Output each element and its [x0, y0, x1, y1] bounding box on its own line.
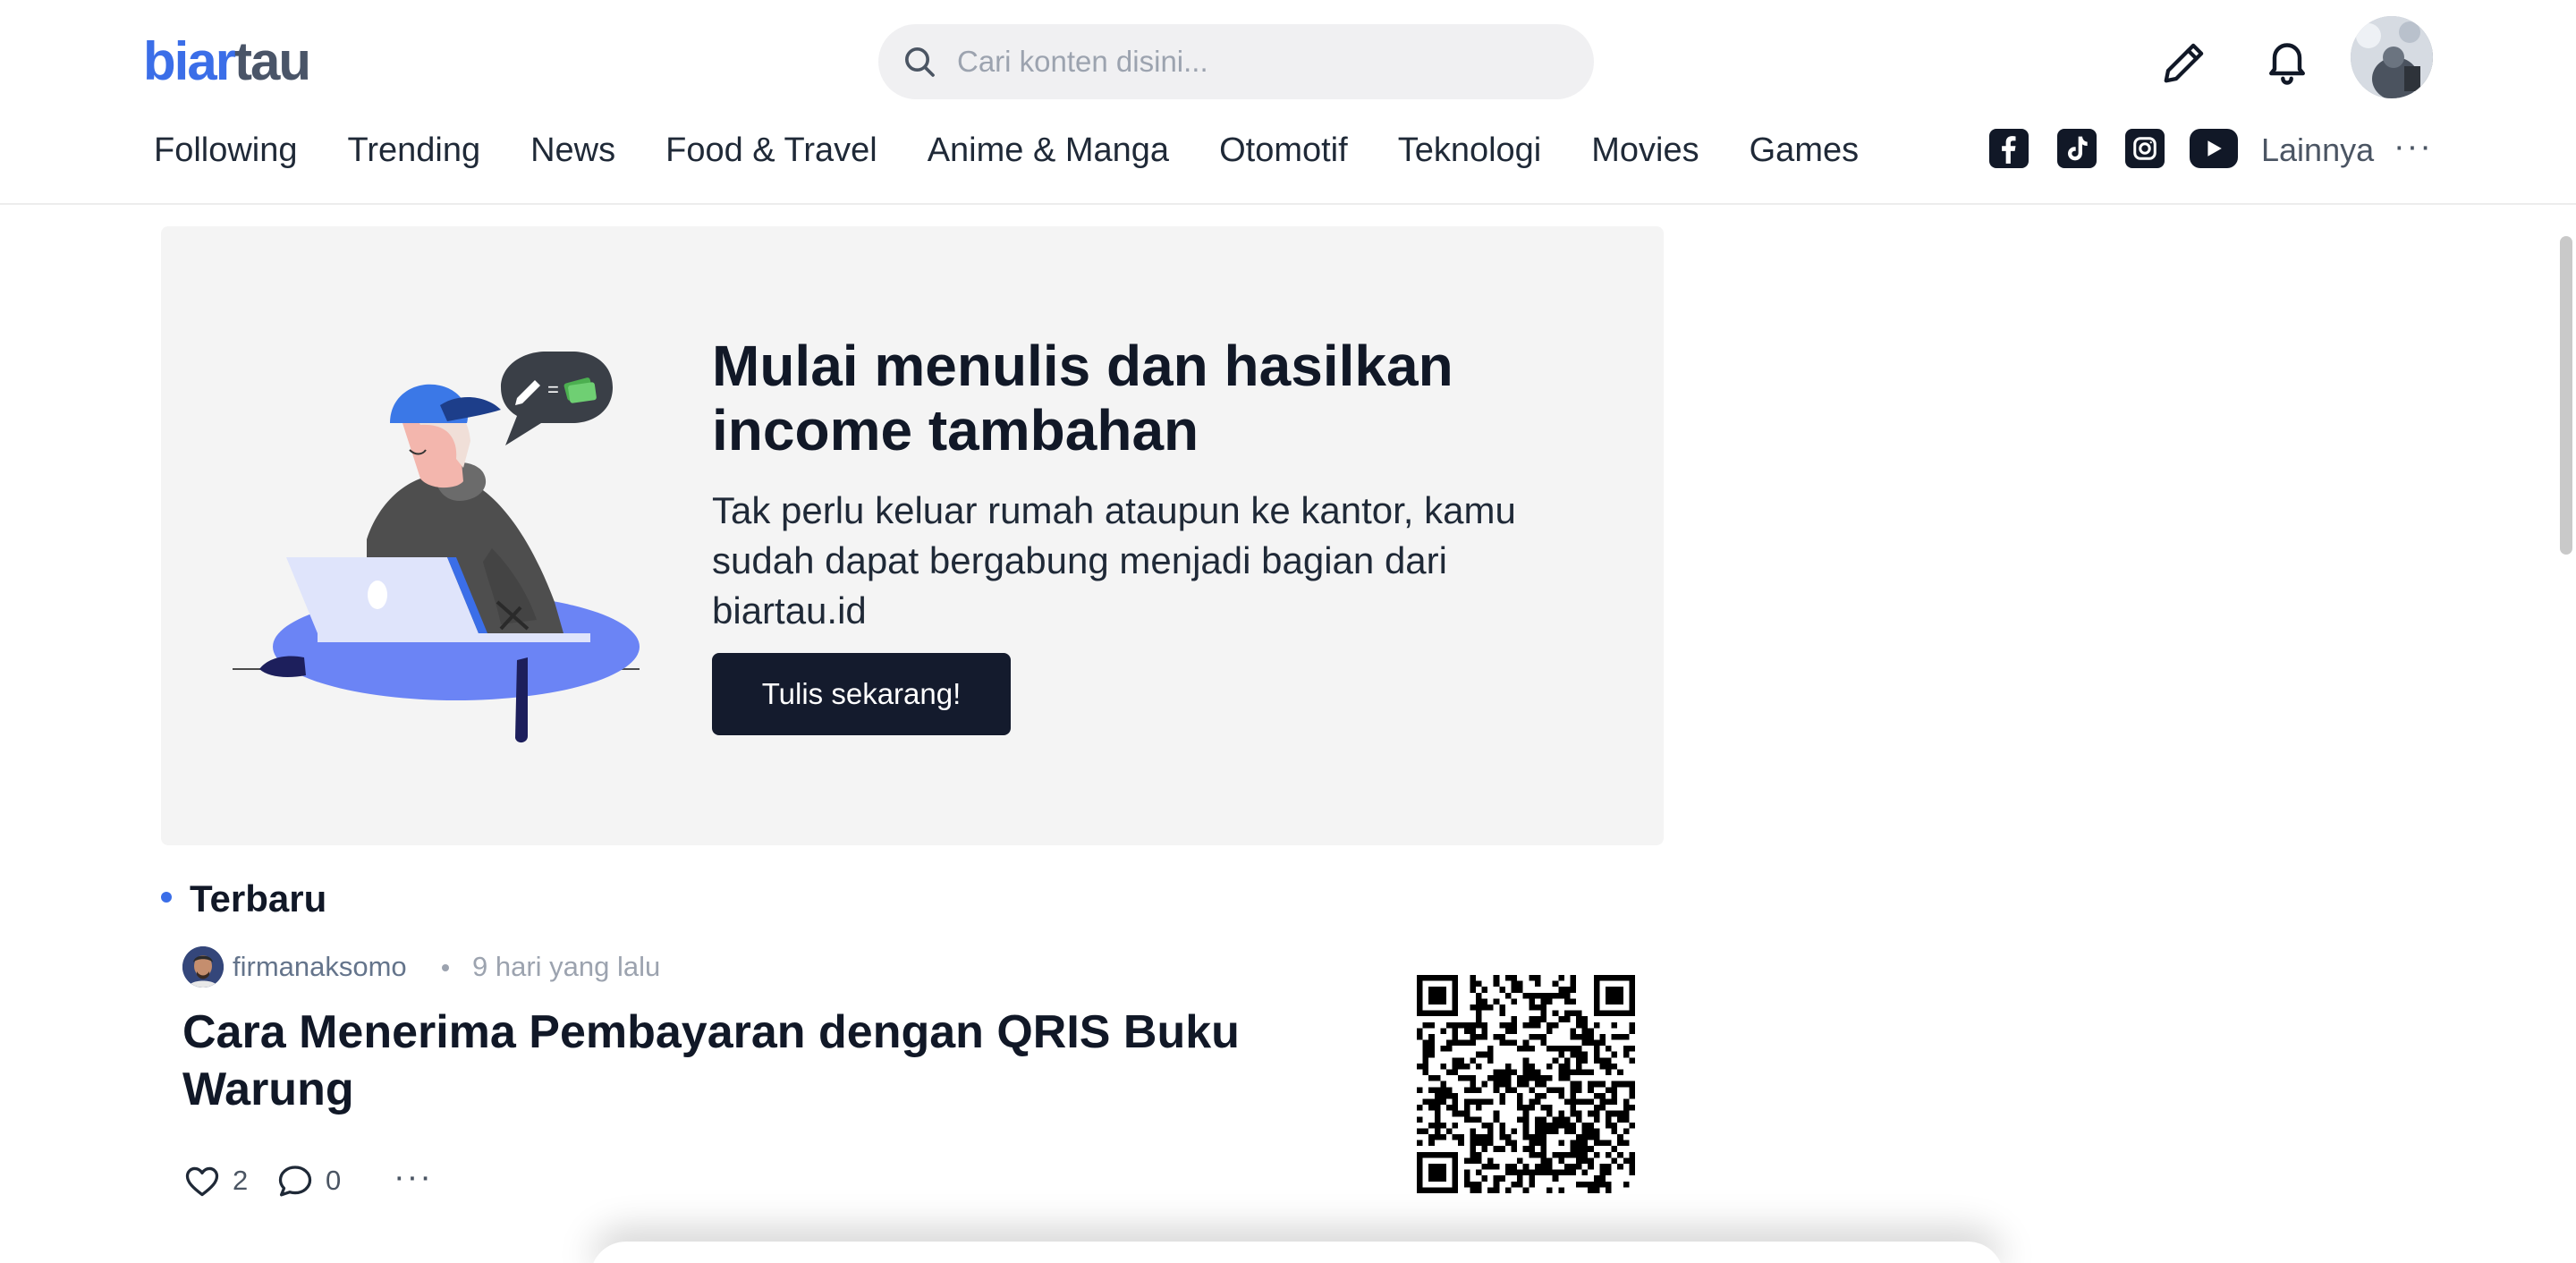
- author-avatar[interactable]: [182, 946, 224, 988]
- user-avatar[interactable]: [2351, 16, 2433, 98]
- like-count: 2: [233, 1165, 249, 1196]
- instagram-icon: [2133, 137, 2157, 160]
- write-button[interactable]: [2156, 34, 2213, 91]
- section-title-terbaru: Terbaru: [190, 877, 327, 920]
- next-card-edge: [590, 1242, 2004, 1263]
- avatar-photo: [2351, 16, 2433, 98]
- top-header: biartau Following Trending: [0, 0, 2576, 205]
- post-title[interactable]: Cara Menerima Pembayaran dengan QRIS Buk…: [182, 1004, 1399, 1118]
- banner-description: Tak perlu keluar rumah ataupun ke kantor…: [712, 489, 1516, 632]
- nav-item-games[interactable]: Games: [1750, 125, 1859, 175]
- category-nav: Following Trending News Food & Travel An…: [154, 125, 1909, 175]
- post-timestamp: 9 hari yang lalu: [472, 951, 661, 982]
- post-thumbnail-qr-code[interactable]: [1417, 975, 1635, 1193]
- nav-item-trending[interactable]: Trending: [348, 125, 481, 175]
- search-bar[interactable]: [878, 24, 1594, 99]
- nav-item-food-travel[interactable]: Food & Travel: [665, 125, 877, 175]
- nav-item-otomotif[interactable]: Otomotif: [1219, 125, 1348, 175]
- write-now-button[interactable]: Tulis sekarang!: [712, 653, 1011, 735]
- nav-item-teknologi[interactable]: Teknologi: [1398, 125, 1542, 175]
- instagram-link[interactable]: [2125, 129, 2165, 168]
- nav-item-news[interactable]: News: [530, 125, 615, 175]
- meta-separator: [442, 964, 449, 971]
- logo-text-biar: biar: [143, 31, 236, 91]
- notifications-button[interactable]: [2258, 32, 2316, 89]
- facebook-icon: [2002, 136, 2016, 164]
- nav-item-following[interactable]: Following: [154, 125, 298, 175]
- section-bullet: [161, 892, 172, 903]
- search-input[interactable]: [957, 24, 1574, 99]
- more-menu-dots[interactable]: ···: [2394, 125, 2433, 168]
- logo-text-tau: tau: [234, 31, 311, 91]
- write-promo-banner: = Mulai menulis dan hasilkan income tamb…: [161, 226, 1664, 845]
- comment-icon: [278, 1166, 312, 1197]
- tiktok-link[interactable]: [2057, 129, 2097, 168]
- post-options-button[interactable]: ···: [394, 1159, 433, 1195]
- banner-title: Mulai menulis dan hasilkan income tambah…: [712, 334, 1453, 462]
- author-photo: [182, 946, 224, 988]
- writer-laptop-illustration: =: [233, 352, 640, 743]
- search-icon: [905, 47, 935, 77]
- pencil-icon: [2164, 43, 2204, 83]
- tiktok-icon: [2068, 136, 2088, 161]
- comment-button[interactable]: 0: [275, 1161, 341, 1200]
- youtube-icon: [2207, 140, 2222, 157]
- more-categories-link[interactable]: Lainnya: [2261, 125, 2374, 175]
- scrollbar-thumb[interactable]: [2560, 236, 2572, 555]
- nav-item-anime-manga[interactable]: Anime & Manga: [928, 125, 1169, 175]
- site-logo[interactable]: biartau: [143, 30, 311, 93]
- like-button[interactable]: 2: [182, 1161, 248, 1200]
- bell-icon: [2269, 43, 2305, 85]
- facebook-link[interactable]: [1989, 129, 2029, 168]
- heart-icon: [185, 1166, 219, 1197]
- bubble-equals: =: [547, 378, 559, 401]
- comment-count: 0: [326, 1165, 342, 1196]
- author-name[interactable]: firmanaksomo: [233, 948, 407, 986]
- nav-item-movies[interactable]: Movies: [1591, 125, 1699, 175]
- youtube-link[interactable]: [2190, 129, 2238, 168]
